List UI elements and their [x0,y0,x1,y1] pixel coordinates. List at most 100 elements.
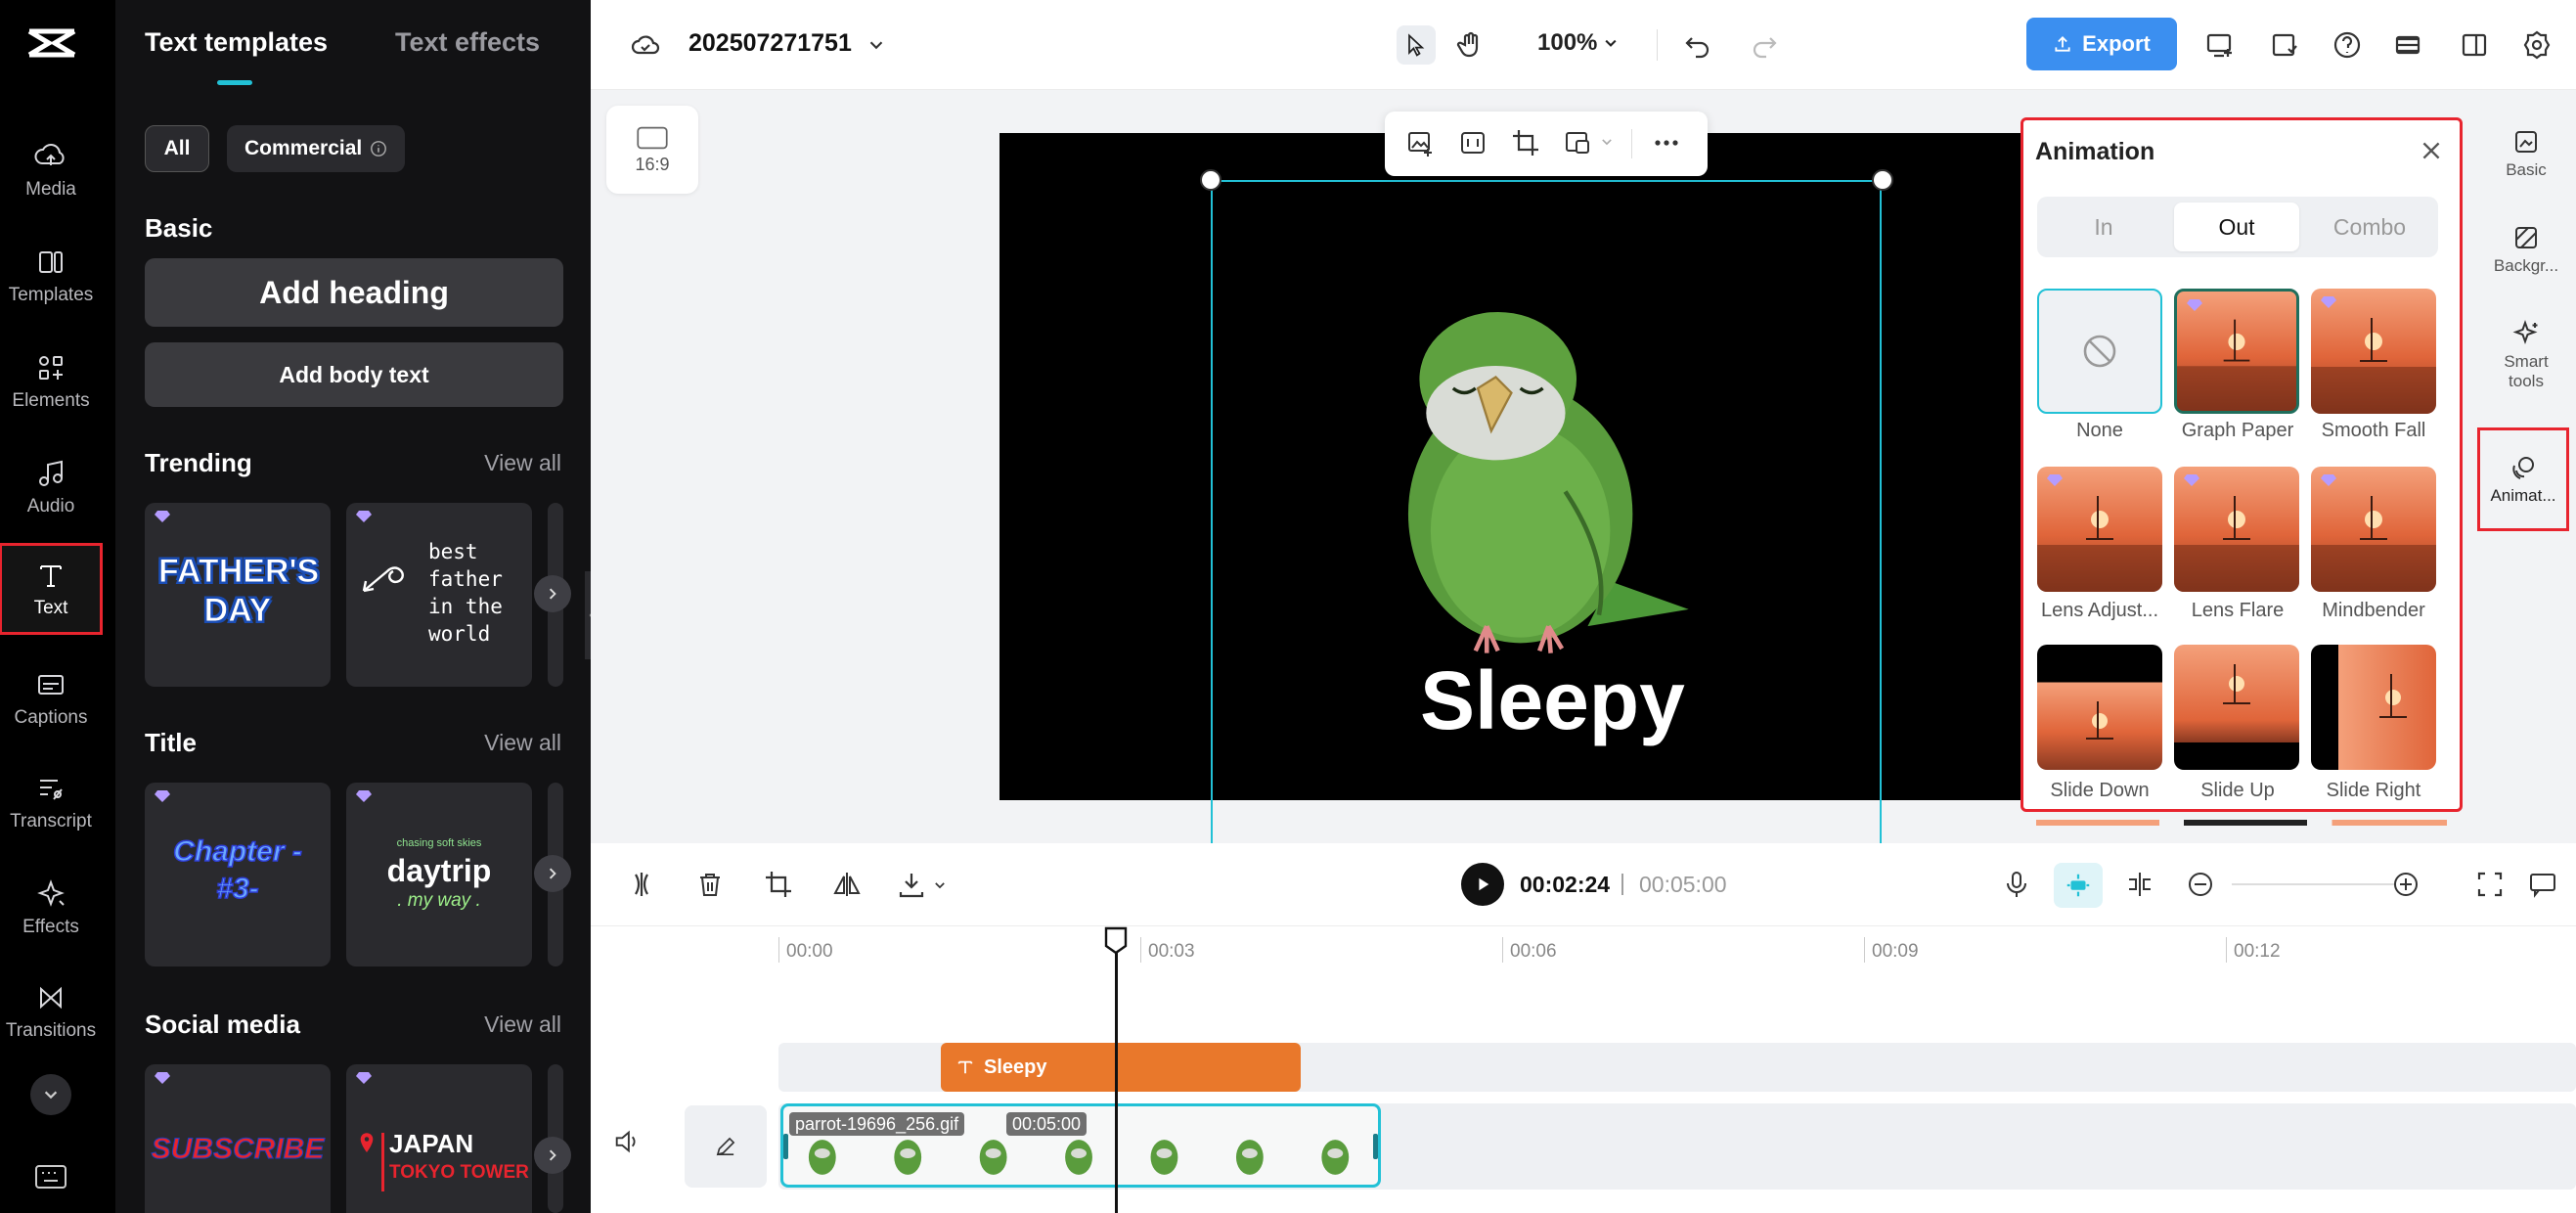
resize-handle-top-left[interactable] [1200,169,1221,191]
close-icon[interactable] [2419,138,2444,163]
tab-out[interactable]: Out [2174,202,2299,251]
animation-option-graph-paper[interactable] [2174,289,2299,414]
animation-option-slide-up[interactable] [2174,645,2299,770]
animation-option-slide-down[interactable] [2037,645,2162,770]
trending-next-button[interactable] [534,575,571,612]
flip-icon[interactable] [831,869,863,900]
template-card-subscribe[interactable]: SUBSCRIBE [145,1064,331,1213]
sunset-boat-icon [2177,319,2296,411]
trending-view-all[interactable]: View all [484,450,561,476]
rail-background[interactable]: Backgr... [2482,223,2570,276]
template-card-chapter[interactable]: Chapter -#3- [145,783,331,966]
replace-image-icon[interactable] [1404,127,1436,158]
add-heading-button[interactable]: Add heading [145,258,563,327]
zoom-dropdown[interactable]: 100% [1537,29,1619,57]
rail-text[interactable]: Text [0,543,103,635]
comment-icon[interactable] [2527,869,2558,900]
mask-icon[interactable] [1563,127,1594,158]
auto-snap-button[interactable] [2054,863,2103,908]
playhead-handle[interactable] [1103,925,1129,955]
zoom-slider[interactable] [2232,883,2394,885]
rail-elements[interactable]: Elements [0,337,102,427]
select-tool-button[interactable] [1397,25,1436,65]
chevron-down-icon[interactable] [1600,135,1614,149]
rail-basic[interactable]: Basic [2482,127,2570,180]
animation-option-mindbender[interactable] [2311,467,2436,592]
redo-button[interactable] [1745,25,1784,65]
rail-animation[interactable]: Animat... [2477,427,2569,531]
text-clip-sleepy[interactable]: Sleepy [941,1043,1301,1092]
animation-option-none[interactable] [2037,289,2162,414]
undo-button[interactable] [1678,25,1717,65]
chevron-down-icon [44,1091,58,1100]
split-track-icon[interactable] [2124,869,2155,900]
resize-handle-top-right[interactable] [1872,169,1893,191]
animation-option-smooth-fall[interactable] [2311,289,2436,414]
hand-tool-button[interactable] [1451,25,1490,65]
template-card-fathers-day[interactable]: FATHER'S DAY [145,503,331,687]
social-next-button[interactable] [534,1137,571,1174]
rail-effects[interactable]: Effects [0,863,102,953]
title-view-all[interactable]: View all [484,730,561,756]
download-dropdown[interactable] [896,869,951,900]
video-clip[interactable]: parrot-19696_256.gif 00:05:00 [780,1103,1381,1188]
template-card-best-father[interactable]: best father in the world [346,503,532,687]
project-menu-button[interactable] [857,25,896,65]
layout-toggle-button[interactable] [2455,25,2494,65]
animation-option-slide-right[interactable] [2311,645,2436,770]
social-view-all[interactable]: View all [484,1011,561,1038]
delete-icon[interactable] [694,869,726,900]
zoom-in-icon[interactable] [2390,869,2421,900]
playhead[interactable] [1115,929,1118,1213]
track-edit-button[interactable] [685,1105,767,1188]
filter-commercial[interactable]: Commercial [227,125,406,172]
template-card-daytrip[interactable]: chasing soft skies daytrip . my way . [346,783,532,966]
stack-button[interactable] [2388,25,2427,65]
animation-option-lens-adjust[interactable] [2037,467,2162,592]
project-name[interactable]: 202507271751 [688,29,852,58]
tab-in[interactable]: In [2037,197,2170,257]
rail-captions[interactable]: Captions [0,653,102,743]
rail-templates[interactable]: Templates [0,231,102,321]
tab-combo[interactable]: Combo [2303,197,2436,257]
present-button[interactable] [2200,25,2240,65]
review-button[interactable] [2265,25,2304,65]
rail-transcript[interactable]: Transcript [0,757,102,847]
rail-transitions[interactable]: Transitions [0,966,102,1056]
capcut-logo[interactable] [25,22,78,68]
stack-icon [2395,35,2421,55]
rail-smart-tools[interactable]: Smart tools [2482,319,2570,391]
chevron-right-icon [549,588,556,600]
zoom-out-icon[interactable] [2185,869,2216,900]
track-mute-button[interactable] [612,1127,651,1166]
split-icon[interactable] [626,869,657,900]
play-button[interactable] [1461,863,1504,906]
title-next-button[interactable] [534,855,571,892]
settings-button[interactable] [2517,25,2556,65]
tab-text-effects[interactable]: Text effects [395,27,540,58]
more-options-icon[interactable] [1651,127,1682,158]
animation-label-slide-right: Slide Right [2326,780,2421,801]
cloud-save-button[interactable] [626,25,665,65]
animation-label-smooth-fall: Smooth Fall [2321,420,2426,441]
tab-text-templates[interactable]: Text templates [145,27,328,58]
rail-more-button[interactable] [30,1074,71,1115]
fullscreen-icon[interactable] [2474,869,2506,900]
microphone-icon[interactable] [2001,869,2032,900]
add-body-text-button[interactable]: Add body text [145,342,563,407]
clip-handle-left[interactable] [783,1134,788,1159]
animation-option-lens-flare[interactable] [2174,467,2299,592]
rail-media[interactable]: Media [0,125,102,215]
keyboard-shortcuts-button[interactable] [33,1162,68,1191]
filter-all[interactable]: All [145,125,209,172]
section-title-title: Title [145,728,197,757]
aspect-ratio-button[interactable]: 16:9 [606,106,698,194]
export-button[interactable]: Export [2026,18,2177,70]
help-button[interactable] [2328,25,2367,65]
crop-icon[interactable] [763,869,794,900]
frame-icon[interactable] [1457,127,1488,158]
template-card-japan[interactable]: JAPAN TOKYO TOWER [346,1064,532,1213]
selection-box[interactable] [1211,180,1882,845]
crop-icon[interactable] [1510,127,1541,158]
rail-audio[interactable]: Audio [0,442,102,532]
